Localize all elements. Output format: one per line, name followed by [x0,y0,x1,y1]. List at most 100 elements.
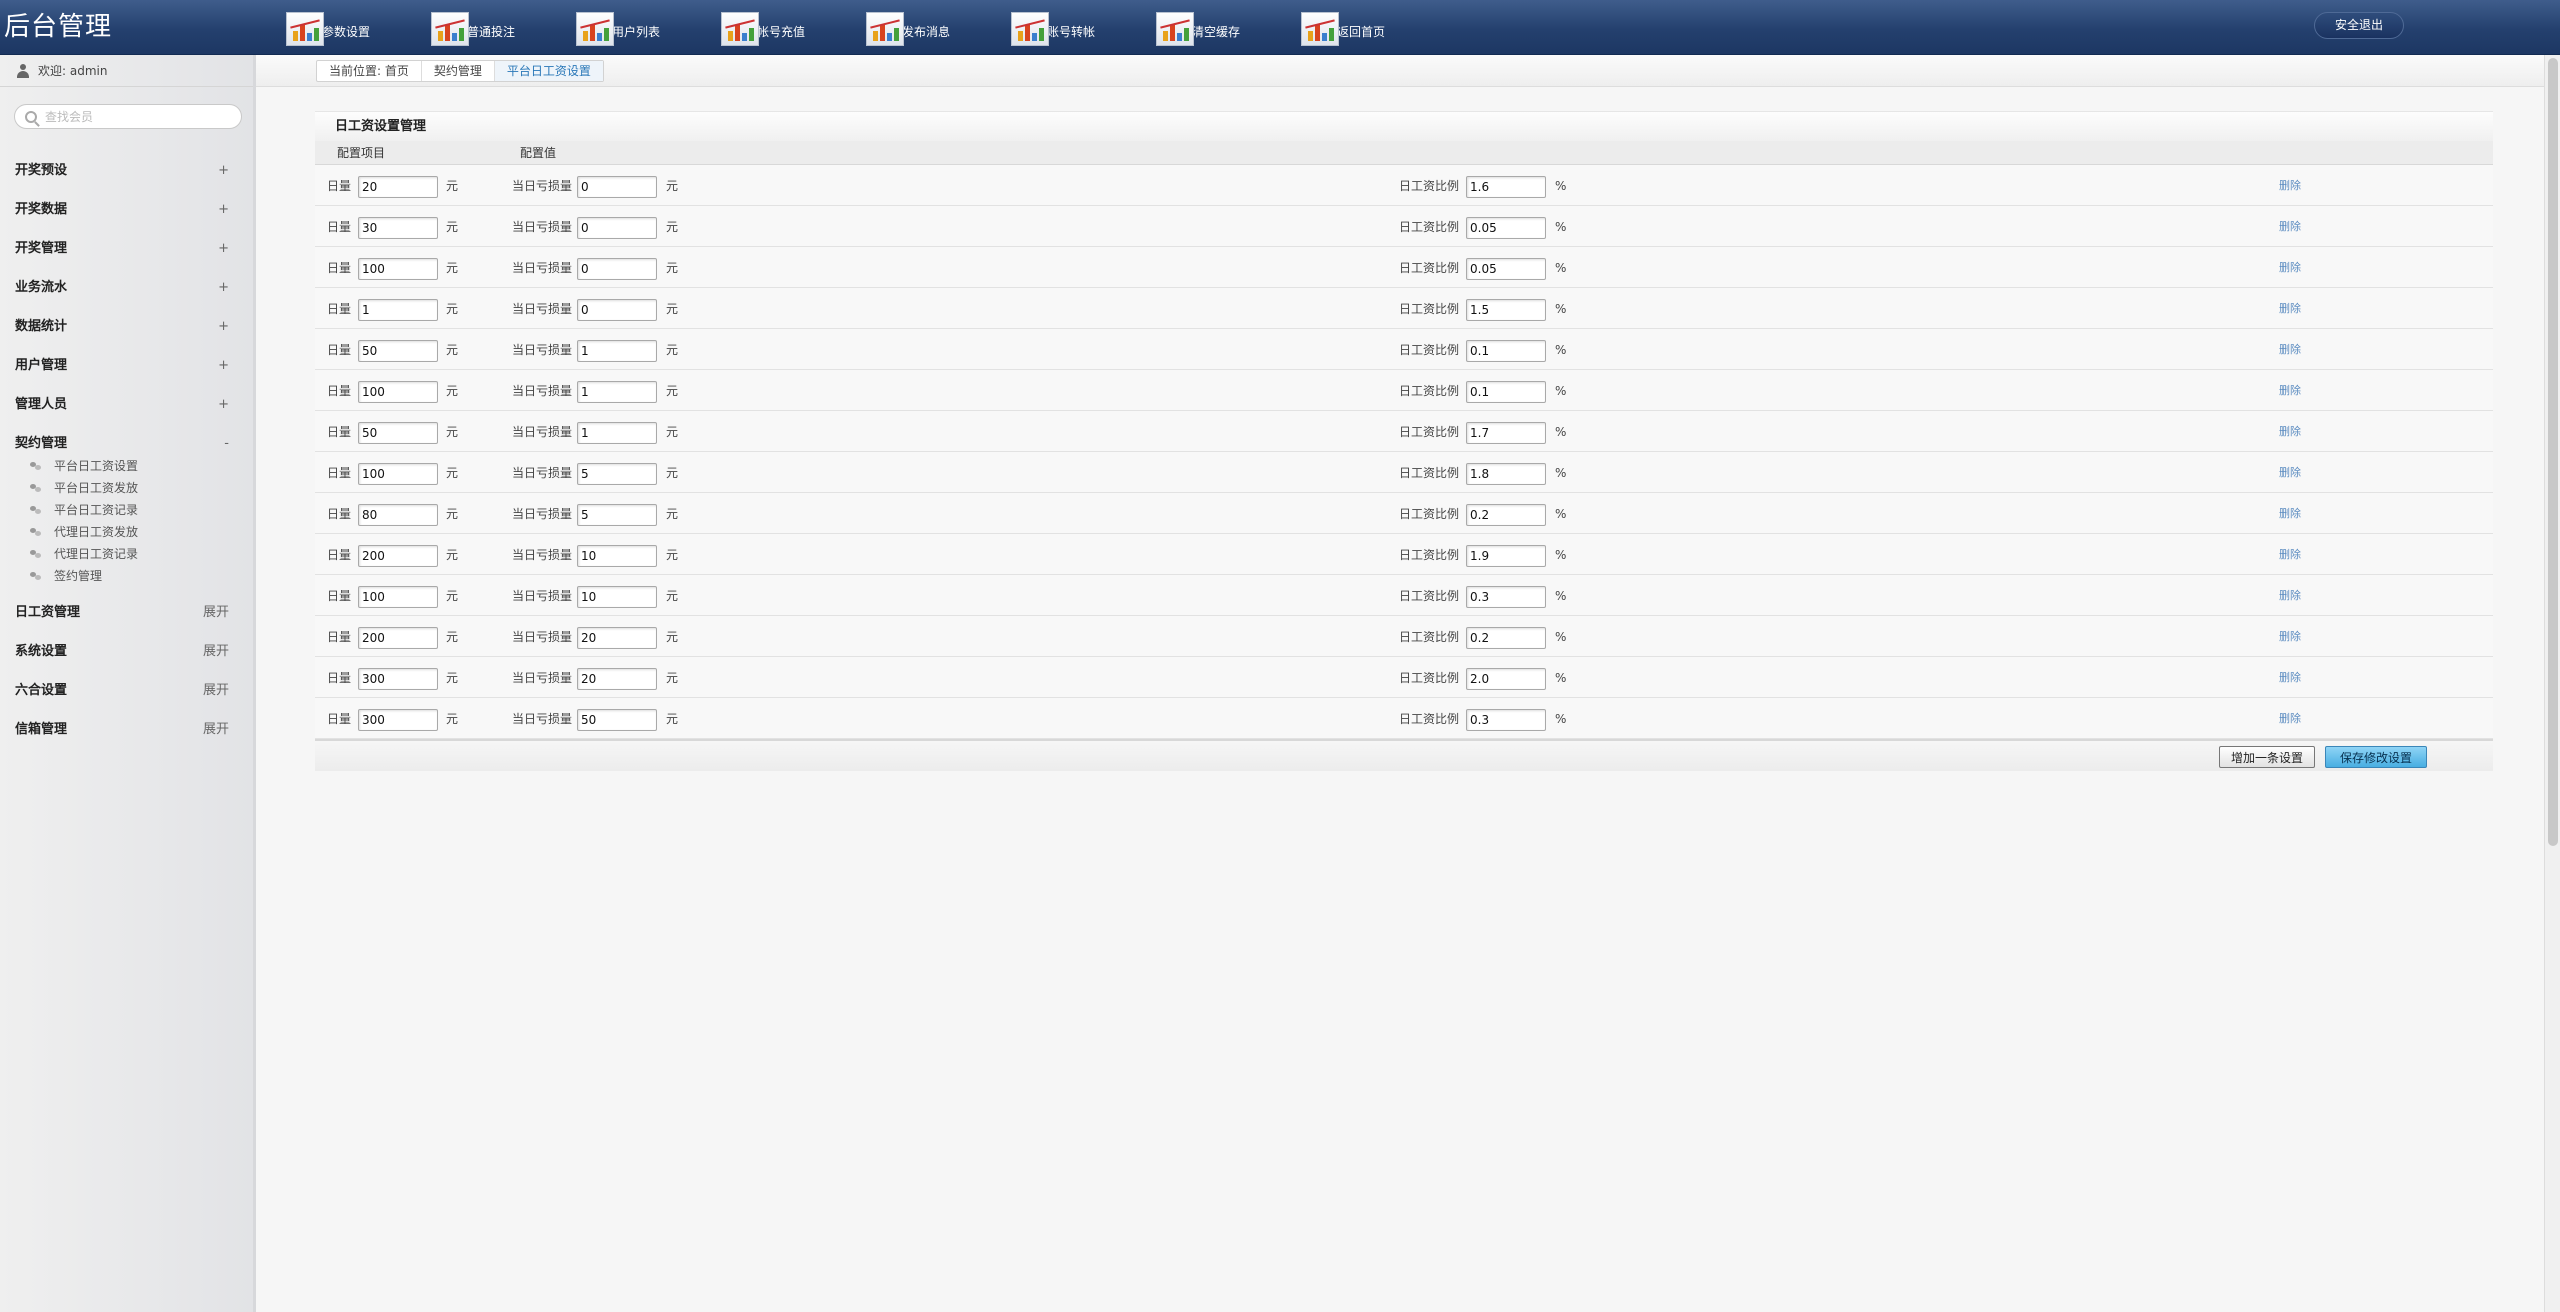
loss-input[interactable] [577,340,657,362]
delete-link[interactable]: 删除 [2279,381,2301,401]
breadcrumb-home[interactable]: 当前位置: 首页 [317,61,422,81]
volume-input[interactable] [358,504,438,526]
loss-input[interactable] [577,422,657,444]
submenu-item[interactable]: 代理日工资记录 [30,543,253,565]
expand-toggle[interactable]: + [218,190,229,229]
loss-input[interactable] [577,258,657,280]
sidebar-menu-item[interactable]: 管理人员 + [0,385,253,424]
delete-link[interactable]: 删除 [2279,463,2301,483]
sidebar-menu-item[interactable]: 业务流水 + [0,268,253,307]
expand-toggle[interactable]: + [218,385,229,424]
loss-input[interactable] [577,668,657,690]
ratio-input[interactable] [1466,299,1546,321]
delete-link[interactable]: 删除 [2279,258,2301,278]
delete-link[interactable]: 删除 [2279,176,2301,196]
expand-toggle[interactable]: + [218,346,229,385]
ratio-input[interactable] [1466,463,1546,485]
page-scrollbar[interactable] [2544,55,2560,1312]
add-setting-button[interactable]: 增加一条设置 [2219,746,2315,768]
delete-link[interactable]: 删除 [2279,627,2301,647]
logout-button[interactable]: 安全退出 [2314,12,2404,39]
expand-toggle[interactable]: + [218,229,229,268]
loss-input[interactable] [577,176,657,198]
ratio-input[interactable] [1466,627,1546,649]
nav-item-4[interactable]: 帐号充值 [721,8,805,46]
submenu-item[interactable]: 平台日工资设置 [30,455,253,477]
volume-input[interactable] [358,381,438,403]
delete-link[interactable]: 删除 [2279,299,2301,319]
loss-input[interactable] [577,709,657,731]
volume-input[interactable] [358,217,438,239]
volume-input[interactable] [358,299,438,321]
loss-input[interactable] [577,627,657,649]
sidebar-menu-item[interactable]: 开奖管理 + [0,229,253,268]
volume-input[interactable] [358,176,438,198]
sidebar-menu-item[interactable]: 系统设置 展开 [0,632,253,671]
ratio-input[interactable] [1466,176,1546,198]
ratio-input[interactable] [1466,668,1546,690]
delete-link[interactable]: 删除 [2279,668,2301,688]
search-icon[interactable] [25,110,37,123]
loss-input[interactable] [577,381,657,403]
ratio-input[interactable] [1466,217,1546,239]
delete-link[interactable]: 删除 [2279,709,2301,729]
nav-item-5[interactable]: 发布消息 [866,8,950,46]
member-search-input[interactable] [45,109,235,124]
sidebar-menu-item[interactable]: 开奖数据 + [0,190,253,229]
ratio-input[interactable] [1466,545,1546,567]
delete-link[interactable]: 删除 [2279,586,2301,606]
volume-input[interactable] [358,586,438,608]
expand-toggle[interactable]: + [218,151,229,190]
loss-input[interactable] [577,545,657,567]
volume-input[interactable] [358,545,438,567]
loss-input[interactable] [577,504,657,526]
nav-item-2[interactable]: 普通投注 [431,8,515,46]
sidebar-menu-item[interactable]: 六合设置 展开 [0,671,253,710]
sidebar-menu-item[interactable]: 数据统计 + [0,307,253,346]
loss-input[interactable] [577,463,657,485]
ratio-input[interactable] [1466,422,1546,444]
sidebar-menu-item[interactable]: 日工资管理 展开 [0,593,253,632]
volume-input[interactable] [358,258,438,280]
delete-link[interactable]: 删除 [2279,340,2301,360]
nav-item-6[interactable]: 账号转帐 [1011,8,1095,46]
ratio-input[interactable] [1466,709,1546,731]
volume-input[interactable] [358,709,438,731]
expand-toggle[interactable]: 展开 [203,593,229,632]
breadcrumb-contract[interactable]: 契约管理 [422,61,495,81]
nav-item-7[interactable]: 清空缓存 [1156,8,1240,46]
submenu-item[interactable]: 代理日工资发放 [30,521,253,543]
submenu-item[interactable]: 签约管理 [30,565,253,587]
volume-input[interactable] [358,668,438,690]
expand-toggle[interactable]: - [224,424,229,463]
sidebar-menu-item[interactable]: 开奖预设 + [0,151,253,190]
ratio-input[interactable] [1466,340,1546,362]
expand-toggle[interactable]: 展开 [203,671,229,710]
submenu-item[interactable]: 平台日工资记录 [30,499,253,521]
loss-input[interactable] [577,217,657,239]
sidebar-menu-item[interactable]: 信箱管理 展开 [0,710,253,749]
delete-link[interactable]: 删除 [2279,504,2301,524]
save-settings-button[interactable]: 保存修改设置 [2325,746,2427,768]
scrollbar-thumb[interactable] [2548,58,2558,846]
sidebar-menu-item[interactable]: 用户管理 + [0,346,253,385]
delete-link[interactable]: 删除 [2279,217,2301,237]
delete-link[interactable]: 删除 [2279,422,2301,442]
ratio-input[interactable] [1466,381,1546,403]
delete-link[interactable]: 删除 [2279,545,2301,565]
expand-toggle[interactable]: + [218,268,229,307]
expand-toggle[interactable]: + [218,307,229,346]
expand-toggle[interactable]: 展开 [203,632,229,671]
loss-input[interactable] [577,299,657,321]
nav-item-8[interactable]: 返回首页 [1301,8,1385,46]
loss-input[interactable] [577,586,657,608]
volume-input[interactable] [358,422,438,444]
ratio-input[interactable] [1466,258,1546,280]
volume-input[interactable] [358,463,438,485]
ratio-input[interactable] [1466,586,1546,608]
volume-input[interactable] [358,627,438,649]
ratio-input[interactable] [1466,504,1546,526]
nav-item-3[interactable]: 用户列表 [576,8,660,46]
expand-toggle[interactable]: 展开 [203,710,229,749]
submenu-item[interactable]: 平台日工资发放 [30,477,253,499]
